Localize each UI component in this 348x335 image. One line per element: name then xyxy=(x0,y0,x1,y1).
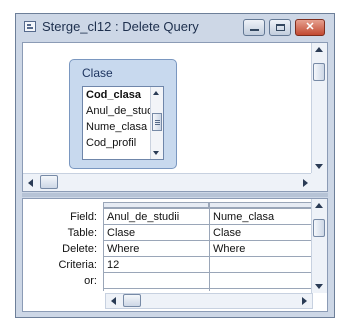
scroll-down-icon[interactable] xyxy=(153,151,159,155)
minimize-icon xyxy=(250,29,259,31)
query-icon xyxy=(24,21,36,32)
grid-line xyxy=(103,240,313,241)
field-item[interactable]: Cod_profil xyxy=(86,137,136,149)
scroll-thumb[interactable] xyxy=(313,63,325,81)
grid-line xyxy=(209,207,210,291)
table-pane-horizontal-scrollbar[interactable] xyxy=(23,173,313,191)
grid-line xyxy=(103,256,313,257)
scroll-up-icon[interactable] xyxy=(315,47,323,52)
scroll-thumb[interactable] xyxy=(313,219,325,237)
design-grid[interactable]: Field: Table: Delete: Criteria: or: Anul… xyxy=(22,198,328,312)
field-list-scrollbar[interactable] xyxy=(150,87,163,159)
grid-line xyxy=(103,208,313,209)
close-button[interactable]: ✕ xyxy=(295,19,325,36)
grid-cell-field[interactable]: Nume_clasa xyxy=(213,211,274,223)
grid-line xyxy=(103,272,313,273)
field-item[interactable]: Nume_clasa xyxy=(86,121,147,133)
table-clase[interactable]: Clase Cod_clasa Anul_de_studii Nume_clas… xyxy=(69,59,177,169)
grid-line xyxy=(103,224,313,225)
scroll-thumb[interactable] xyxy=(123,294,141,307)
table-pane[interactable]: Clase Cod_clasa Anul_de_studii Nume_clas… xyxy=(22,42,328,192)
scroll-thumb[interactable] xyxy=(152,113,162,131)
scroll-down-icon[interactable] xyxy=(315,164,323,169)
scroll-right-icon[interactable] xyxy=(303,179,308,187)
grip-line xyxy=(155,124,160,125)
grid-cell-table[interactable]: Clase xyxy=(213,227,241,239)
scroll-left-icon[interactable] xyxy=(28,179,33,187)
minimize-button[interactable] xyxy=(243,19,265,36)
grid-cell-delete[interactable]: Where xyxy=(107,243,139,255)
field-list[interactable]: Cod_clasa Anul_de_studii Nume_clasa Cod_… xyxy=(82,86,164,160)
scroll-up-icon[interactable] xyxy=(153,91,159,95)
window-title: Sterge_cl12 : Delete Query xyxy=(42,19,199,34)
grid-cell-table[interactable]: Clase xyxy=(107,227,135,239)
row-label-criteria: Criteria: xyxy=(58,259,97,271)
maximize-icon xyxy=(276,24,285,31)
maximize-button[interactable] xyxy=(269,19,291,36)
scroll-left-icon[interactable] xyxy=(111,297,116,305)
query-window: Sterge_cl12 : Delete Query ✕ Clase Cod_c… xyxy=(15,13,335,318)
grid-cell-criteria[interactable]: 12 xyxy=(107,259,119,271)
scroll-thumb[interactable] xyxy=(40,175,58,189)
close-icon: ✕ xyxy=(305,21,315,33)
design-grid-vertical-scrollbar[interactable] xyxy=(311,199,327,293)
row-label-field: Field: xyxy=(70,211,97,223)
field-item[interactable]: Anul_de_studii xyxy=(86,105,158,117)
row-label-table: Table: xyxy=(67,227,97,239)
design-grid-horizontal-scrollbar[interactable] xyxy=(105,293,313,309)
grid-line xyxy=(103,288,313,289)
title-bar[interactable]: Sterge_cl12 : Delete Query ✕ xyxy=(16,14,334,42)
grid-cell-field[interactable]: Anul_de_studii xyxy=(107,211,179,223)
field-item[interactable]: Cod_clasa xyxy=(86,89,141,101)
grid-cell-delete[interactable]: Where xyxy=(213,243,245,255)
scroll-right-icon[interactable] xyxy=(302,297,307,305)
scroll-down-icon[interactable] xyxy=(315,284,323,289)
table-title: Clase xyxy=(82,66,113,80)
scroll-up-icon[interactable] xyxy=(315,203,323,208)
grip-line xyxy=(155,120,160,121)
pane-splitter[interactable] xyxy=(22,193,328,197)
row-label-delete: Delete: xyxy=(62,243,97,255)
row-label-or: or: xyxy=(84,275,97,287)
scrollbar-corner xyxy=(311,173,327,191)
grid-line xyxy=(103,207,104,291)
grip-line xyxy=(155,122,160,123)
table-pane-vertical-scrollbar[interactable] xyxy=(311,43,327,173)
